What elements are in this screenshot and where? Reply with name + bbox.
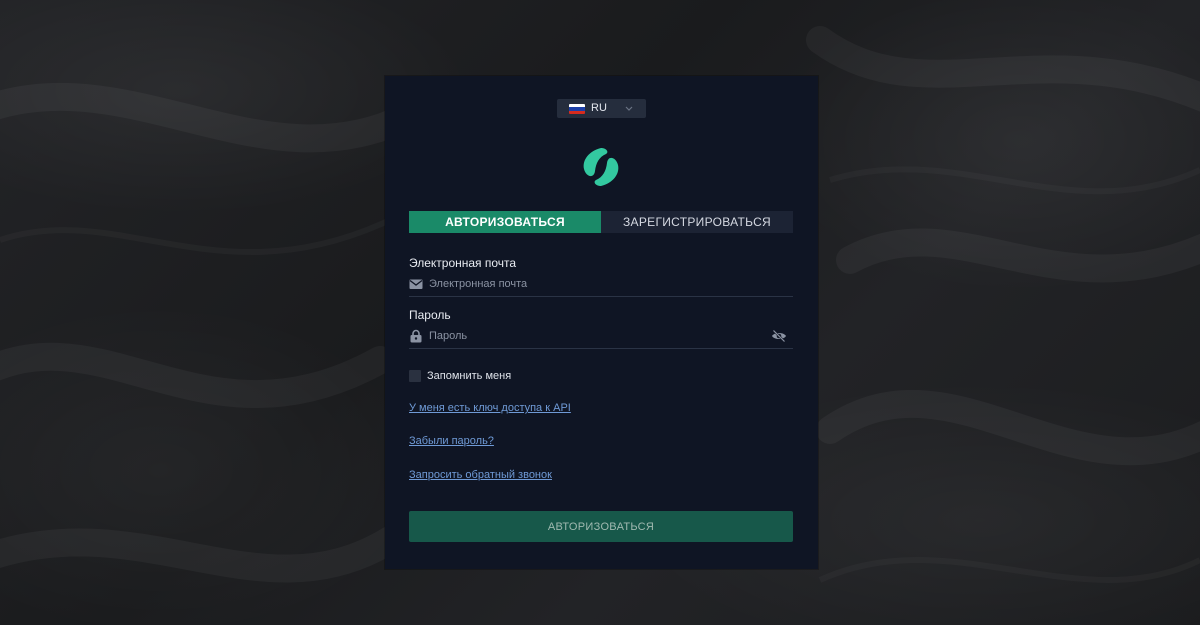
lock-icon [410, 329, 422, 343]
tab-login[interactable]: АВТОРИЗОВАТЬСЯ [409, 211, 601, 233]
login-card: RU АВТОРИЗОВАТЬСЯ ЗАРЕГИСТРИРОВАТЬСЯ Эле… [385, 76, 818, 569]
brand-logo-icon [583, 148, 619, 186]
remember-me-checkbox[interactable] [409, 370, 421, 382]
language-code: RU [591, 102, 607, 114]
email-field-wrapper [409, 274, 793, 297]
email-label: Электронная почта [409, 256, 517, 270]
chevron-down-icon [625, 106, 633, 111]
envelope-icon [409, 279, 423, 289]
login-submit-button[interactable]: АВТОРИЗОВАТЬСЯ [409, 511, 793, 542]
password-input[interactable] [429, 327, 749, 345]
email-input[interactable] [429, 275, 749, 293]
auth-tabs: АВТОРИЗОВАТЬСЯ ЗАРЕГИСТРИРОВАТЬСЯ [409, 211, 793, 233]
remember-me-label[interactable]: Запомнить меня [427, 370, 511, 382]
forgot-password-link[interactable]: Забыли пароль? [409, 435, 494, 447]
callback-request-link[interactable]: Запросить обратный звонок [409, 469, 552, 481]
russia-flag-icon [569, 104, 585, 114]
tab-register[interactable]: ЗАРЕГИСТРИРОВАТЬСЯ [601, 211, 793, 233]
eye-slash-icon[interactable] [771, 329, 787, 343]
password-label: Пароль [409, 308, 451, 322]
password-field-wrapper [409, 326, 793, 349]
api-key-link[interactable]: У меня есть ключ доступа к API [409, 402, 571, 414]
language-selector[interactable]: RU [557, 99, 646, 118]
flag-stripe-red [569, 110, 585, 114]
